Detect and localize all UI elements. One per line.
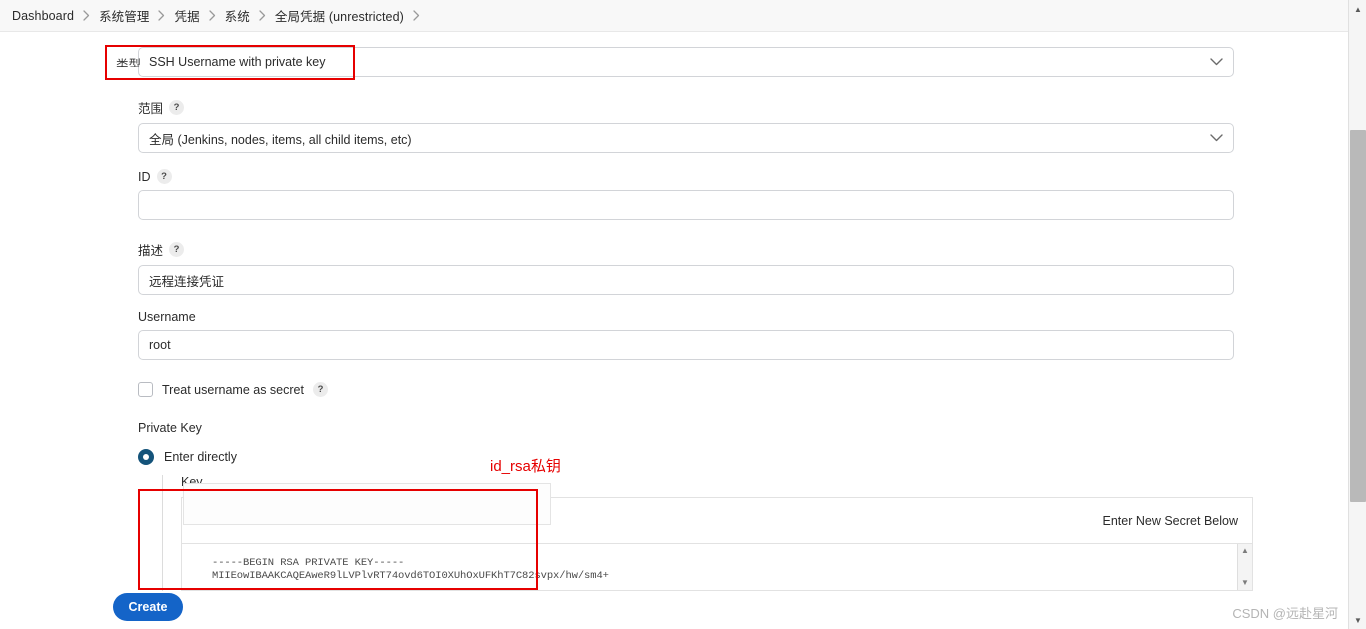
page-scrollbar[interactable]: ▲ ▼ <box>1348 0 1366 629</box>
username-input[interactable] <box>138 330 1234 360</box>
scope-field-group: 范围 ? 全局 (Jenkins, nodes, items, all chil… <box>138 98 1234 153</box>
help-icon[interactable]: ? <box>156 169 172 184</box>
scope-value: 全局 (Jenkins, nodes, items, all child ite… <box>149 132 412 147</box>
type-field-group: SSH Username with private key <box>138 47 1234 77</box>
credentials-form: 类型 SSH Username with private key 范围 ? 全局… <box>0 32 1348 629</box>
credential-type-value: SSH Username with private key <box>149 55 326 69</box>
triangle-down-icon[interactable]: ▼ <box>1241 579 1249 587</box>
triangle-down-icon[interactable]: ▼ <box>1349 611 1366 629</box>
jenkins-credentials-page: New credentials Dashboard 系统管理 凭据 系统 全局凭… <box>0 0 1366 629</box>
private-key-label: Private Key <box>138 421 202 435</box>
username-field-group: Username <box>138 310 1234 360</box>
description-label-text: 描述 <box>138 244 164 258</box>
scope-select[interactable]: 全局 (Jenkins, nodes, items, all child ite… <box>138 123 1234 153</box>
enter-directly-radio[interactable] <box>138 449 154 465</box>
breadcrumb-item-dashboard[interactable]: Dashboard <box>12 9 74 23</box>
key-preview-line-2: MIIEowIBAAKCAQEAweR9lLVPlvRT74ovd6TOI0XU… <box>212 569 609 582</box>
key-preview-line-1: -----BEGIN RSA PRIVATE KEY----- <box>212 557 405 569</box>
chevron-right-icon <box>209 10 216 21</box>
enter-new-secret-hint: Enter New Secret Below <box>1102 513 1238 528</box>
help-icon[interactable]: ? <box>169 100 185 115</box>
triangle-up-icon[interactable]: ▲ <box>1241 547 1249 555</box>
enter-directly-label: Enter directly <box>164 450 237 464</box>
scope-label-text: 范围 <box>138 102 164 116</box>
description-field-label: 描述 ? <box>138 240 1234 259</box>
breadcrumb-item-credentials[interactable]: 凭据 <box>174 6 199 25</box>
treat-username-as-secret-group: Treat username as secret ? <box>138 382 328 397</box>
secret-header: Enter New Secret Below <box>182 483 1252 544</box>
help-icon[interactable]: ? <box>312 382 328 397</box>
credential-type-select[interactable]: SSH Username with private key <box>138 47 1234 77</box>
description-field-group: 描述 ? <box>138 240 1234 295</box>
username-label-text: Username <box>138 310 196 324</box>
chevron-right-icon <box>259 10 266 21</box>
treat-username-as-secret-label: Treat username as secret <box>162 382 304 397</box>
secret-scrollbar[interactable]: ▲ ▼ <box>1237 544 1252 590</box>
scope-field-label: 范围 ? <box>138 98 1234 117</box>
scrollbar-thumb[interactable] <box>1350 130 1366 502</box>
new-secret-textarea[interactable] <box>183 483 551 525</box>
breadcrumb: Dashboard 系统管理 凭据 系统 全局凭据 (unrestricted) <box>0 0 1348 32</box>
username-field-label: Username <box>138 310 1234 324</box>
id-input[interactable] <box>138 190 1234 220</box>
triangle-up-icon[interactable]: ▲ <box>1349 0 1366 18</box>
help-icon[interactable]: ? <box>169 242 185 257</box>
id-label-text: ID <box>138 169 151 184</box>
chevron-down-icon <box>1210 134 1223 142</box>
create-button[interactable]: Create <box>113 593 183 621</box>
private-key-section: Private Key Enter directly <box>138 421 237 469</box>
watermark: CSDN @远赴星河 <box>1232 606 1338 621</box>
id-field-label: ID ? <box>138 169 1234 184</box>
existing-secret-preview[interactable]: -----BEGIN RSA PRIVATE KEY----- MIIEowIB… <box>182 544 1252 590</box>
chevron-down-icon <box>1210 58 1223 66</box>
description-input[interactable] <box>138 265 1234 295</box>
chevron-right-icon <box>158 10 165 21</box>
enter-directly-radio-row[interactable]: Enter directly <box>138 449 237 465</box>
treat-username-as-secret-checkbox[interactable] <box>138 382 153 397</box>
breadcrumb-item-system-management[interactable]: 系统管理 <box>99 6 149 25</box>
breadcrumb-item-system[interactable]: 系统 <box>225 6 250 25</box>
breadcrumb-item-global-credentials[interactable]: 全局凭据 (unrestricted) <box>275 6 404 25</box>
chevron-right-icon <box>413 10 420 21</box>
id-field-group: ID ? <box>138 169 1234 220</box>
type-field-label: 类型 <box>116 58 142 67</box>
secret-input-box: Enter New Secret Below -----BEGIN RSA PR… <box>181 483 1253 591</box>
chevron-right-icon <box>83 10 90 21</box>
key-fieldset: Key Enter New Secret Below -----BEGIN RS… <box>162 475 1253 591</box>
